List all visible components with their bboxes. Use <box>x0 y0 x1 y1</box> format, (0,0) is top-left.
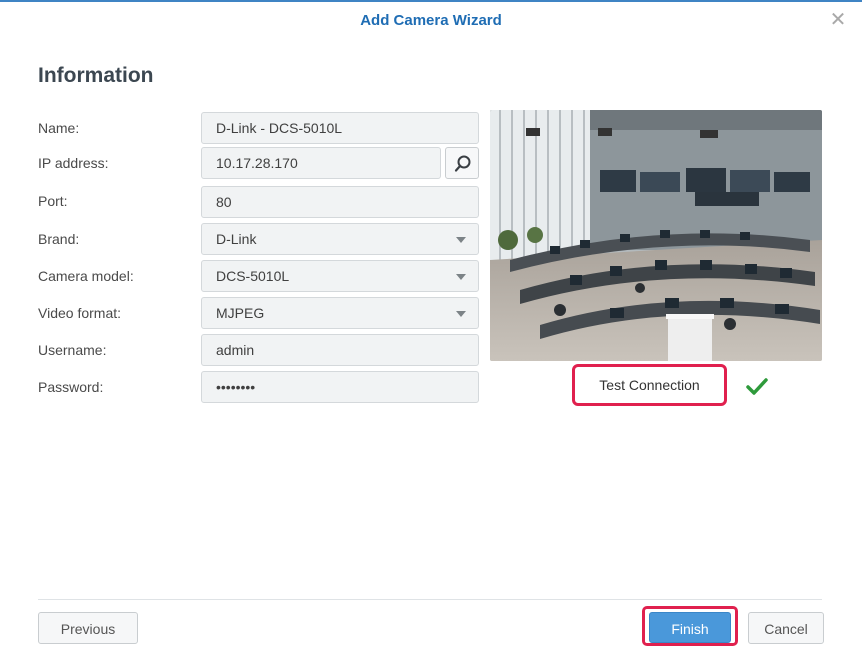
finish-button[interactable]: Finish <box>649 612 731 643</box>
close-icon[interactable]: ✕ <box>826 8 850 32</box>
video-format-select[interactable]: MJPEG <box>201 297 479 329</box>
password-input[interactable] <box>201 371 479 403</box>
name-input[interactable] <box>201 112 479 144</box>
footer-divider <box>38 599 822 600</box>
video-format-value: MJPEG <box>216 305 265 321</box>
video-format-label: Video format: <box>38 305 122 321</box>
password-label: Password: <box>38 379 104 395</box>
brand-select[interactable]: D-Link <box>201 223 479 255</box>
username-label: Username: <box>38 342 107 358</box>
chevron-down-icon <box>456 311 466 317</box>
test-connection-button[interactable]: Test Connection <box>581 371 718 399</box>
add-camera-dialog: Add Camera Wizard ✕ Information Name: IP… <box>0 0 862 646</box>
check-icon <box>746 378 768 395</box>
camera-model-label: Camera model: <box>38 268 134 284</box>
username-input[interactable] <box>201 334 479 366</box>
camera-model-select[interactable]: DCS-5010L <box>201 260 479 292</box>
brand-label: Brand: <box>38 231 80 247</box>
port-label: Port: <box>38 193 68 209</box>
section-heading: Information <box>38 64 154 87</box>
chevron-down-icon <box>456 237 466 243</box>
search-button[interactable] <box>445 147 479 179</box>
dialog-title: Add Camera Wizard <box>360 12 502 29</box>
camera-model-value: DCS-5010L <box>216 268 290 284</box>
name-label: Name: <box>38 120 80 136</box>
search-icon <box>454 155 471 172</box>
camera-preview-image <box>490 110 822 361</box>
port-input[interactable] <box>201 186 479 218</box>
cancel-button[interactable]: Cancel <box>748 612 824 644</box>
brand-value: D-Link <box>216 231 257 247</box>
title-bar: Add Camera Wizard ✕ <box>0 2 862 36</box>
ip-address-input[interactable] <box>201 147 441 179</box>
previous-button[interactable]: Previous <box>38 612 138 644</box>
test-connection-highlight: Test Connection <box>572 364 727 406</box>
finish-highlight: Finish <box>642 606 738 646</box>
chevron-down-icon <box>456 274 466 280</box>
ip-address-label: IP address: <box>38 155 109 171</box>
